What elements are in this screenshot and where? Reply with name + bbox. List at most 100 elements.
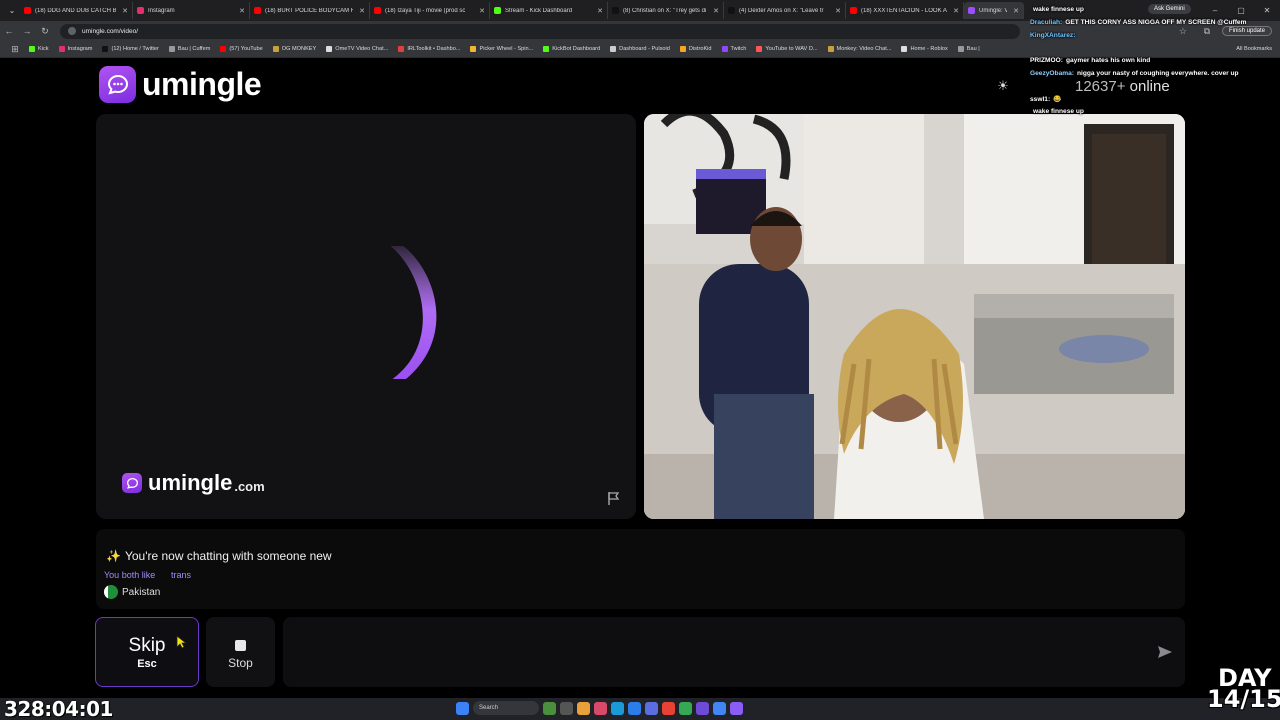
skip-button[interactable]: Skip Esc <box>95 617 199 687</box>
stream-chat-text: wake finnese up <box>1033 6 1084 13</box>
browser-tab[interactable]: (8) Christian on X: "Trey gets di ✕ <box>608 2 724 19</box>
store-icon[interactable] <box>628 701 641 715</box>
bookmark-item[interactable]: (57) YouTube <box>215 46 267 52</box>
bookmark-label: Twitch <box>730 46 747 52</box>
tab-title: (18) BURT POLICE BODYCAM F <box>265 7 354 14</box>
taskbar-widget-icon[interactable] <box>543 701 556 715</box>
stream-chat-message: sswl1: 😂 <box>1030 94 1280 107</box>
bookmark-favicon-icon <box>326 46 333 52</box>
file-explorer-icon[interactable] <box>577 701 590 715</box>
bookmark-item[interactable]: Bau | <box>953 46 985 52</box>
bookmark-label: Bau | Cuffem <box>177 46 211 52</box>
tab-close-icon[interactable]: ✕ <box>1007 7 1019 15</box>
send-icon[interactable] <box>1156 643 1174 661</box>
bookmark-favicon-icon <box>220 46 227 52</box>
bookmark-item[interactable]: Dashboard - Pulsoid <box>605 46 675 52</box>
app-icon-1[interactable] <box>594 701 607 715</box>
browser-tab[interactable]: (4) Dexter Amos on X: "Leave tr ✕ <box>724 2 846 19</box>
bookmark-label: Bau | <box>966 46 980 52</box>
app-icon-5[interactable] <box>730 701 743 715</box>
bookmark-item[interactable]: Instagram <box>54 46 98 52</box>
bookmark-label: Monkey: Video Chat... <box>836 46 892 52</box>
stream-chat-overlay: wake finnese up Draculiah: GET THIS CORNY … <box>1030 4 1280 119</box>
bookmark-item[interactable]: YouTube to WAV D... <box>751 46 822 52</box>
back-icon[interactable]: ← <box>0 26 18 36</box>
bookmark-item[interactable]: Kick <box>24 46 54 52</box>
tab-close-icon[interactable]: ✕ <box>353 7 365 15</box>
bookmark-item[interactable]: Home - Roblox <box>896 46 952 52</box>
watermark-logo-icon <box>122 473 142 493</box>
message-input[interactable] <box>283 617 1185 687</box>
bookmark-favicon-icon <box>957 46 964 52</box>
bookmark-item[interactable]: DistroKid <box>675 46 717 52</box>
theme-toggle-sun-icon[interactable]: ☀ <box>995 78 1011 94</box>
apps-grid-icon[interactable]: ⊞ <box>6 44 24 55</box>
chat-bubble-logo-icon <box>99 66 136 103</box>
watermark-brand: umingle <box>148 470 233 495</box>
stream-chat-message: GeezyObama: nigga your nasty of coughing … <box>1030 68 1280 81</box>
forward-icon[interactable]: → <box>18 26 36 36</box>
bookmark-item[interactable]: Monkey: Video Chat... <box>823 46 897 52</box>
browser-tab[interactable]: Stream - Kick Dashboard ✕ <box>490 2 608 19</box>
chrome-icon[interactable] <box>679 701 692 715</box>
stream-chat-text: wake finnese up <box>1033 108 1084 116</box>
remote-video-image <box>644 114 1185 519</box>
sparkle-icon: ✨ <box>106 549 121 563</box>
tab-close-icon[interactable]: ✕ <box>829 7 841 15</box>
browser-tab[interactable]: Instagram ✕ <box>133 2 250 19</box>
taskbar-search-label: Search <box>479 705 499 711</box>
site-info-icon[interactable] <box>68 27 76 35</box>
bookmark-item[interactable]: Picker Wheel - Spin... <box>465 46 538 52</box>
windows-taskbar: Search <box>0 698 1280 720</box>
report-flag-icon[interactable] <box>606 490 622 506</box>
stream-chat-username: PRIZMOO: <box>1030 57 1063 65</box>
browser-tab[interactable]: (18) XXXTENTACION - LOOK AT ✕ <box>846 2 964 19</box>
chrome-icon-2[interactable] <box>713 701 726 715</box>
tab-title: Stream - Kick Dashboard <box>505 7 573 14</box>
bookmark-label: (57) YouTube <box>229 46 263 52</box>
tab-close-icon[interactable]: ✕ <box>233 7 245 15</box>
browser-tab[interactable]: (18) Izaya Tiji - movie (prod sc ✕ <box>370 2 490 19</box>
umingle-logo[interactable]: umingle <box>99 66 262 103</box>
browser-tab[interactable]: Umingle: Video C✕ <box>964 2 1024 19</box>
browser-tab[interactable]: (18) DDG AND DUB CATCH BIG ✕ <box>20 2 133 19</box>
tab-favicon-icon <box>24 7 31 14</box>
watermark-domain: .com <box>234 478 265 494</box>
taskbar-search[interactable]: Search <box>473 701 539 715</box>
tab-close-icon[interactable]: ✕ <box>473 7 485 15</box>
tab-close-icon[interactable]: ✕ <box>947 7 959 15</box>
tab-close-icon[interactable]: ✕ <box>116 7 128 15</box>
tab-title: (18) Izaya Tiji - movie (prod sc <box>385 7 466 14</box>
url-text: umingle.com/video/ <box>82 27 138 35</box>
app-icon-3[interactable] <box>662 701 675 715</box>
common-interest-tag: trans <box>171 570 192 580</box>
mouse-cursor-icon <box>176 635 188 649</box>
skip-shortcut-hint: Esc <box>137 658 157 670</box>
tab-title: (18) XXXTENTACION - LOOK AT <box>861 7 948 14</box>
edge-icon[interactable] <box>611 701 624 715</box>
app-icon-4[interactable] <box>696 701 709 715</box>
stop-button[interactable]: Stop <box>206 617 275 687</box>
tab-search-chevron-icon[interactable]: ⌄ <box>4 6 20 15</box>
bookmark-item[interactable]: (12) Home / Twitter <box>97 46 163 52</box>
tab-favicon-icon <box>374 7 381 14</box>
url-field[interactable]: umingle.com/video/ <box>60 23 1020 39</box>
stream-chat-text: 😂 <box>1053 95 1062 103</box>
bookmark-favicon-icon <box>272 46 279 52</box>
start-windows-icon[interactable] <box>456 701 469 715</box>
bookmark-item[interactable]: OG MONKEY <box>268 46 322 52</box>
bookmark-item[interactable]: KickBot Dashboard <box>538 46 605 52</box>
local-video-panel: umingle .com <box>96 114 636 519</box>
stream-chat-message: PRIZMOO: gaymer hates his own kind <box>1030 55 1280 68</box>
tab-close-icon[interactable]: ✕ <box>707 7 719 15</box>
bookmark-label: OmeTV Video Chat... <box>335 46 389 52</box>
bookmark-item[interactable]: Twitch <box>717 46 752 52</box>
app-icon-2[interactable] <box>645 701 658 715</box>
reload-icon[interactable]: ↻ <box>36 26 54 37</box>
bookmark-item[interactable]: OmeTV Video Chat... <box>321 46 393 52</box>
browser-tab[interactable]: (18) BURT POLICE BODYCAM F ✕ <box>250 2 370 19</box>
bookmark-item[interactable]: IRLToolkit • Dashbo... <box>393 46 465 52</box>
bookmark-item[interactable]: Bau | Cuffem <box>164 46 215 52</box>
tab-close-icon[interactable]: ✕ <box>591 7 603 15</box>
task-view-icon[interactable] <box>560 701 573 715</box>
